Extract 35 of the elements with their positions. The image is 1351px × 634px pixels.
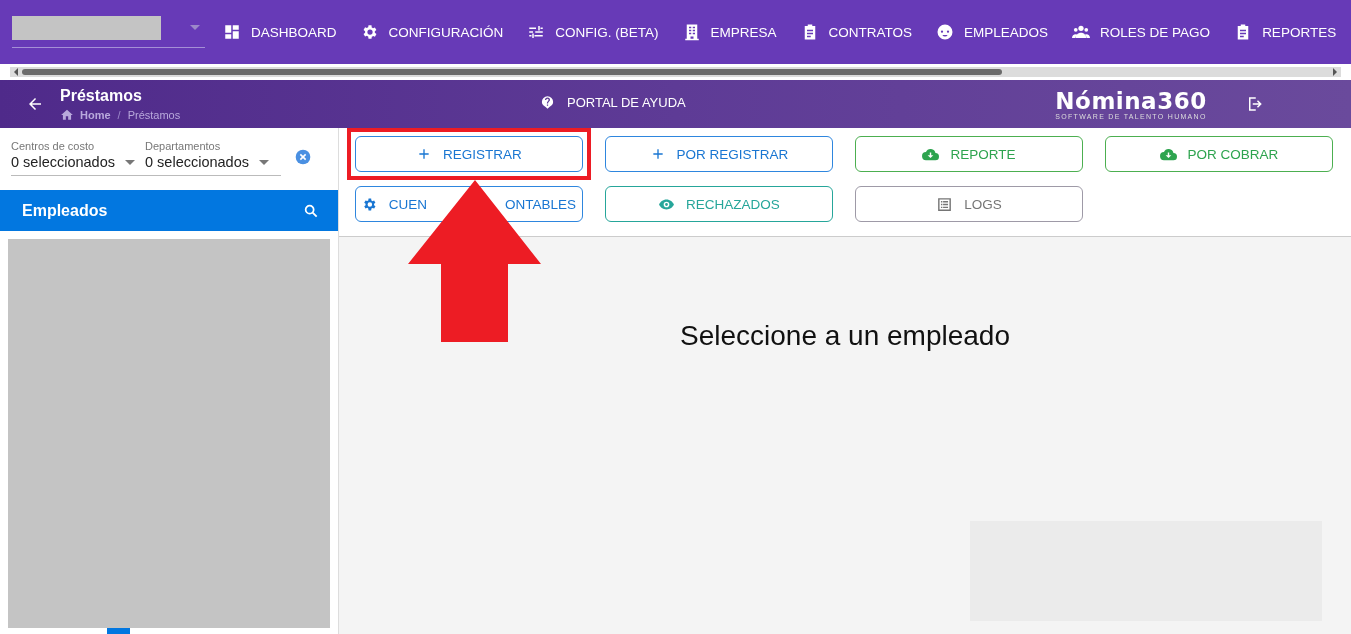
scrollbar[interactable] (9, 66, 1342, 78)
nav-link[interactable]: EMPRESA (682, 23, 777, 41)
action-button[interactable]: LOGS (855, 186, 1083, 222)
nav-link[interactable]: ROLES DE PAGO (1072, 23, 1211, 41)
building-icon (682, 23, 701, 41)
breadcrumb-link[interactable]: Home (80, 108, 111, 121)
logo: Nómina360 (1054, 88, 1208, 113)
help-link[interactable]: PORTAL DE AYUDA (540, 94, 686, 110)
search-icon[interactable] (303, 202, 319, 219)
logout-icon[interactable] (1246, 95, 1264, 113)
face-icon (936, 23, 955, 41)
clear-icon[interactable] (295, 149, 311, 165)
scroll-left-icon[interactable] (14, 68, 18, 76)
home-icon (60, 107, 74, 122)
action-button[interactable]: REGISTRAR (355, 136, 583, 172)
nav-link[interactable]: DASHBOARD (223, 23, 337, 41)
nav-link[interactable]: REPORTES (1234, 23, 1337, 41)
nav-link[interactable]: CONTRATOS (800, 23, 913, 41)
empty-state-message: Seleccione a un empleado (680, 320, 1010, 352)
sliders-icon (527, 23, 546, 41)
scroll-handle[interactable] (107, 628, 130, 634)
nav-link[interactable]: CONFIGURACIÓN (360, 23, 504, 41)
dropdown-field[interactable]: Centros de costo 0 seleccionados (11, 140, 145, 176)
dashboard-icon (223, 23, 241, 41)
dropdown-field[interactable]: Departamentos 0 seleccionados (145, 140, 281, 176)
scroll-right-icon[interactable] (1333, 68, 1337, 76)
help-icon (540, 94, 555, 110)
page-title: Préstamos (60, 86, 143, 105)
nav-link[interactable]: EMPLEADOS (936, 23, 1049, 41)
employees-title: Empleados (22, 201, 108, 220)
nav-link[interactable]: CONFIG. (BETA) (527, 23, 659, 41)
breadcrumb-separator: / (117, 108, 121, 121)
list-icon (936, 195, 954, 213)
action-button[interactable]: POR REGISTRAR (605, 136, 833, 172)
people-icon (1072, 23, 1091, 41)
